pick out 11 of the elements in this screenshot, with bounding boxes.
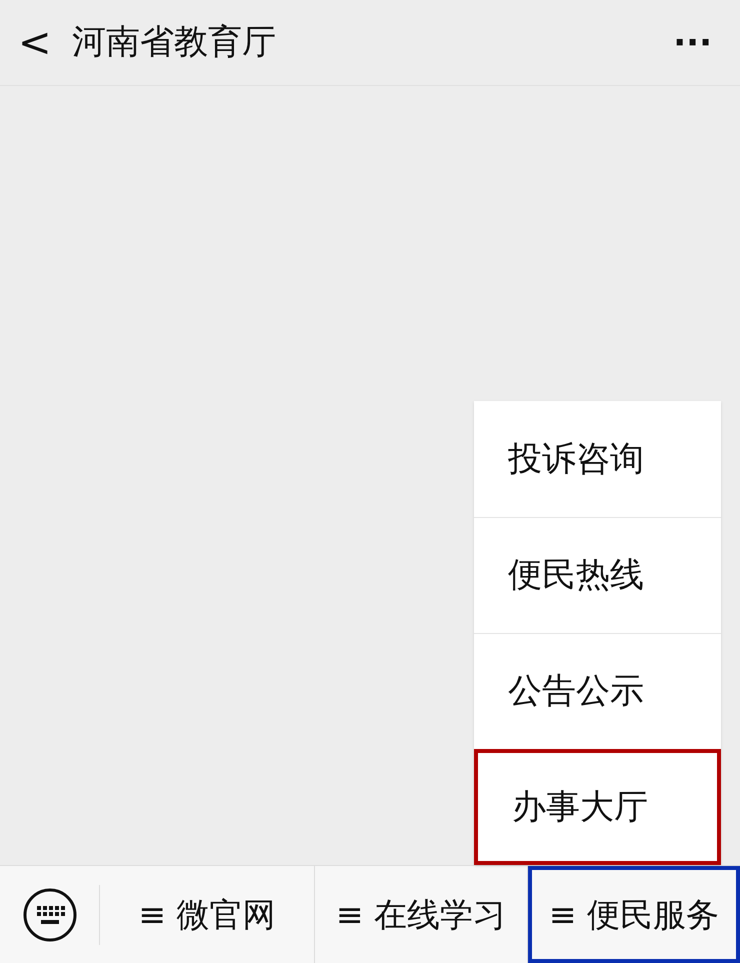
menu-button[interactable]: ≡ 在线学习 <box>315 866 528 963</box>
menu-item[interactable]: 投诉咨询 <box>474 401 721 517</box>
menu-item[interactable]: 办事大厅 <box>474 749 721 865</box>
keyboard-icon[interactable] <box>22 886 78 942</box>
back-button[interactable]: < <box>18 22 66 62</box>
menu-item[interactable]: 公告公示 <box>474 633 721 749</box>
page-title: 河南省教育厅 <box>72 21 276 64</box>
menu-button[interactable]: ≡ 便民服务 <box>528 866 740 963</box>
more-button[interactable]: ··· <box>673 26 712 60</box>
menu-button[interactable]: ≡ 微官网 <box>100 866 315 963</box>
menu-item[interactable]: 便民热线 <box>474 517 721 633</box>
